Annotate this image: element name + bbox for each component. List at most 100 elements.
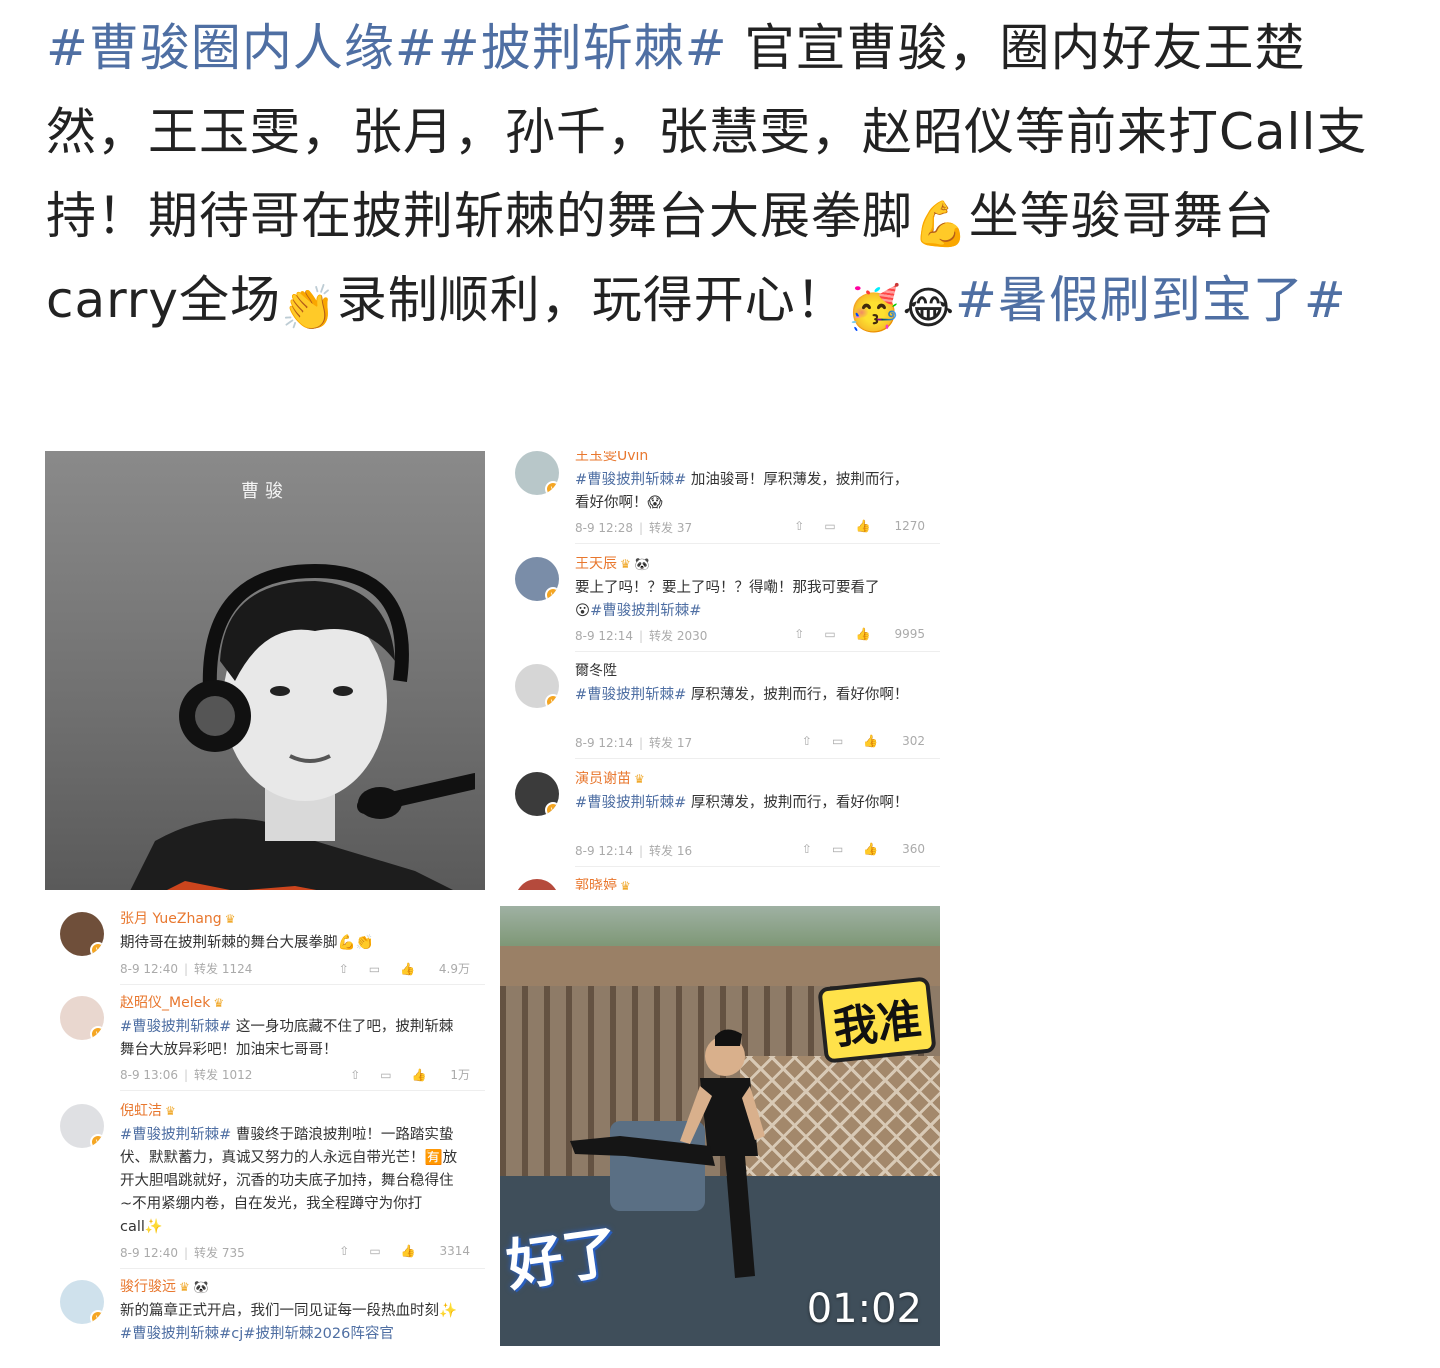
divider bbox=[120, 1268, 485, 1269]
comment-item: v 赵昭仪_Melek ♛ #曹骏披荆斩棘# 这一身功底藏不住了吧，披荆斩棘舞台大… bbox=[45, 992, 485, 1092]
clap-emoji-icon: 👏 bbox=[280, 283, 337, 334]
comment-text: 新的篇章正式开启，我们一同见证每一段热血时刻✨ #曹骏披荆斩棘#cj#披荆斩棘2… bbox=[120, 1303, 458, 1342]
muscle-emoji-icon: 💪 bbox=[913, 199, 969, 250]
comment-icon[interactable]: ▭ bbox=[369, 962, 380, 976]
comment-time: 8-9 13:06 bbox=[120, 1068, 178, 1082]
verified-badge-icon: v bbox=[90, 1310, 104, 1324]
comment-text: 要上了吗！？要上了吗！？得嘞！那我可要看了 😮#曹骏披荆斩棘# bbox=[575, 580, 880, 619]
singer-with-headphones-illustration bbox=[130, 563, 475, 890]
like-count: 3314 bbox=[439, 1244, 470, 1258]
hashtag-link[interactable]: #披荆斩棘# bbox=[438, 19, 728, 77]
share-icon[interactable]: ⇧ bbox=[350, 1068, 360, 1082]
commenter-name: 王玉雯Uvin bbox=[575, 451, 649, 464]
like-count: 302 bbox=[902, 734, 925, 748]
laugh-emoji-icon: 😂 bbox=[902, 283, 955, 334]
share-icon[interactable]: ⇧ bbox=[339, 1244, 349, 1258]
comment-time: 8-9 12:14 bbox=[575, 736, 633, 750]
comment-item: v 骏行骏远 ♛ 🐼 新的篇章正式开启，我们一同见证每一段热血时刻✨ #曹骏披荆斩… bbox=[45, 1276, 485, 1346]
verified-badge-icon: v bbox=[545, 802, 559, 816]
comment-icon[interactable]: ▭ bbox=[380, 1068, 391, 1082]
commenter-name: 王天辰 ♛ 🐼 bbox=[575, 556, 650, 572]
divider bbox=[575, 651, 940, 652]
share-icon[interactable]: ⇧ bbox=[339, 962, 349, 976]
like-count: 9995 bbox=[894, 627, 925, 641]
avatar: v bbox=[60, 1280, 104, 1324]
like-icon[interactable]: 👍 360 bbox=[863, 842, 925, 856]
divider bbox=[575, 758, 940, 759]
comment-item: 郭晓婷 ♛ bbox=[500, 875, 940, 890]
comment-time: 8-9 12:14 bbox=[575, 844, 633, 858]
commenter-name: 骏行骏远 ♛ 🐼 bbox=[120, 1279, 209, 1295]
comment-icon[interactable]: ▭ bbox=[824, 519, 835, 533]
like-icon[interactable]: 👍 4.9万 bbox=[400, 962, 470, 976]
repost-count: 转发 16 bbox=[649, 844, 693, 858]
comment-item: v 爾冬陞 #曹骏披荆斩棘# 厚积薄发，披荆而行，看好你啊！ 8-9 12:14… bbox=[500, 660, 940, 760]
verified-badge-icon: v bbox=[90, 1134, 104, 1148]
comment-item: v 王玉雯Uvin #曹骏披荆斩棘# 加油骏哥！厚积薄发，披荆而行，看好你啊！😱… bbox=[500, 451, 940, 545]
hashtag-link[interactable]: #曹骏圈内人缘# bbox=[46, 19, 438, 77]
commenter-name: 倪虹洁 ♛ bbox=[120, 1103, 176, 1119]
verified-badge-icon: v bbox=[90, 942, 104, 956]
comment-icon[interactable]: ▭ bbox=[832, 842, 843, 856]
video-caption-bottom: 好了 bbox=[502, 1219, 623, 1300]
avatar bbox=[515, 879, 559, 890]
divider bbox=[575, 543, 940, 544]
comment-time: 8-9 12:28 bbox=[575, 521, 633, 535]
comment-time: 8-9 12:40 bbox=[120, 1246, 178, 1260]
comment-text: 期待哥在披荆斩棘的舞台大展拳脚💪👏 bbox=[120, 935, 374, 951]
repost-count: 转发 2030 bbox=[649, 629, 708, 643]
comment-text: #曹骏披荆斩棘# 曹骏终于踏浪披荆啦！一路踏实蛰伏、默默蓄力，真诚又努力的人永远… bbox=[120, 1127, 458, 1235]
repost-count: 转发 735 bbox=[194, 1246, 245, 1260]
like-icon[interactable]: 👍 1万 bbox=[412, 1068, 470, 1082]
photo-title: 曹骏 bbox=[241, 481, 289, 502]
share-icon[interactable]: ⇧ bbox=[794, 519, 804, 533]
comment-text: #曹骏披荆斩棘# 这一身功底藏不住了吧，披荆斩棘舞台大放异彩吧！加油宋七哥哥！ bbox=[120, 1019, 454, 1058]
comment-icon[interactable]: ▭ bbox=[832, 734, 843, 748]
post-image-3[interactable]: v 张月 YueZhang ♛ 期待哥在披荆斩棘的舞台大展拳脚💪👏 8-9 12:… bbox=[45, 906, 485, 1346]
avatar: v bbox=[515, 664, 559, 708]
video-caption-top: 我准 bbox=[821, 980, 933, 1060]
divider bbox=[120, 984, 485, 985]
hashtag-link[interactable]: #暑假刷到宝了# bbox=[955, 271, 1347, 329]
verified-badge-icon: v bbox=[545, 587, 559, 601]
comment-item: v 王天辰 ♛ 🐼 要上了吗！？要上了吗！？得嘞！那我可要看了 😮#曹骏披荆斩棘# … bbox=[500, 553, 940, 653]
verified-badge-icon: v bbox=[90, 1026, 104, 1040]
comment-item: v 演员谢苗 ♛ #曹骏披荆斩棘# 厚积薄发，披荆而行，看好你啊！ 8-9 12:… bbox=[500, 768, 940, 868]
divider bbox=[120, 1090, 485, 1091]
comment-icon[interactable]: ▭ bbox=[369, 1244, 380, 1258]
avatar: v bbox=[515, 557, 559, 601]
comment-time: 8-9 12:14 bbox=[575, 629, 633, 643]
like-count: 4.9万 bbox=[438, 962, 470, 976]
comment-icon[interactable]: ▭ bbox=[824, 627, 835, 641]
comment-item: v 张月 YueZhang ♛ 期待哥在披荆斩棘的舞台大展拳脚💪👏 8-9 12:… bbox=[45, 908, 485, 986]
post-image-1[interactable]: 曹骏 bbox=[45, 451, 485, 890]
like-icon[interactable]: 👍 9995 bbox=[856, 627, 925, 641]
share-icon[interactable]: ⇧ bbox=[794, 627, 804, 641]
avatar: v bbox=[60, 996, 104, 1040]
post-text: #曹骏圈内人缘##披荆斩棘# 官宣曹骏，圈内好友王楚然，王玉雯，张月，孙千，张慧… bbox=[46, 6, 1406, 342]
repost-count: 转发 37 bbox=[649, 521, 693, 535]
like-icon[interactable]: 👍 3314 bbox=[401, 1244, 470, 1258]
post-image-2[interactable]: v 王玉雯Uvin #曹骏披荆斩棘# 加油骏哥！厚积薄发，披荆而行，看好你啊！😱… bbox=[500, 451, 940, 890]
party-emoji-icon: 🥳 bbox=[846, 283, 903, 334]
like-icon[interactable]: 👍 302 bbox=[863, 734, 925, 748]
commenter-name: 爾冬陞 bbox=[575, 663, 617, 679]
avatar: v bbox=[515, 772, 559, 816]
avatar: v bbox=[515, 451, 559, 495]
share-icon[interactable]: ⇧ bbox=[802, 734, 812, 748]
commenter-name: 赵昭仪_Melek ♛ bbox=[120, 995, 225, 1011]
comment-item: v 倪虹洁 ♛ #曹骏披荆斩棘# 曹骏终于踏浪披荆啦！一路踏实蛰伏、默默蓄力，真诚… bbox=[45, 1100, 485, 1276]
comment-text: #曹骏披荆斩棘# 加油骏哥！厚积薄发，披荆而行，看好你啊！😱 bbox=[575, 472, 909, 511]
avatar: v bbox=[60, 1104, 104, 1148]
like-count: 360 bbox=[902, 842, 925, 856]
like-count: 1万 bbox=[450, 1068, 470, 1082]
verified-badge-icon: v bbox=[545, 481, 559, 495]
post-video[interactable]: 我准 好了 01:02 bbox=[500, 906, 940, 1346]
repost-count: 转发 1124 bbox=[194, 962, 253, 976]
share-icon[interactable]: ⇧ bbox=[802, 842, 812, 856]
repost-count: 转发 1012 bbox=[194, 1068, 253, 1082]
like-icon[interactable]: 👍 1270 bbox=[856, 519, 925, 533]
divider bbox=[575, 866, 940, 867]
like-count: 1270 bbox=[894, 519, 925, 533]
commenter-name: 张月 YueZhang ♛ bbox=[120, 911, 236, 927]
